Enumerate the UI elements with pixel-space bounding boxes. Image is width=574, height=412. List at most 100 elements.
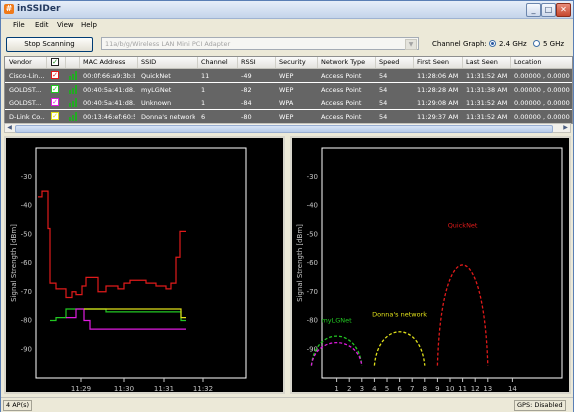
cell-last-seen: 11:31:52 AM xyxy=(466,112,508,121)
y-tick-label: -60 xyxy=(21,259,32,267)
cell-channel: 1 xyxy=(201,85,206,94)
cell-mac: 00:0f:66:a9:3b:b1 xyxy=(83,72,135,80)
row-visibility-checkbox[interactable]: ✓ xyxy=(51,71,59,79)
x-tick-label: 2 xyxy=(347,385,351,392)
minimize-button[interactable]: _ xyxy=(526,3,541,17)
band-24-radio[interactable] xyxy=(489,40,496,47)
row-visibility-checkbox[interactable]: ✓ xyxy=(51,84,59,93)
col-speed[interactable]: Speed xyxy=(379,58,399,66)
band-5-radio[interactable] xyxy=(533,40,540,47)
table-row[interactable]: GOLDST... 00:40:5a:41:d8... myLGNet 1 -82 WEP… xyxy=(5,82,572,96)
close-button[interactable]: ✕ xyxy=(556,3,571,17)
y-tick-label: -60 xyxy=(307,259,318,267)
title-bar: # inSSIDer _ □ ✕ xyxy=(1,1,573,19)
cell-ssid: myLGNet xyxy=(141,85,172,94)
chevron-down-icon[interactable]: ▼ xyxy=(405,39,417,50)
table-row[interactable]: Cisco-Lin... 00:0f:66:a9:3b:b1 QuickNet 11 -… xyxy=(5,69,572,82)
col-last-seen[interactable]: Last Seen xyxy=(466,58,498,66)
channel-graph-label: Channel Graph: xyxy=(432,40,487,48)
cell-vendor: D-Link Co... xyxy=(9,112,45,121)
adapter-select[interactable]: 11a/b/g/Wireless LAN Mini PCI Adapter ▼ xyxy=(101,37,419,50)
maximize-button[interactable]: □ xyxy=(541,3,556,17)
row-visibility-checkbox[interactable]: ✓ xyxy=(51,111,59,120)
col-network-type[interactable]: Network Type xyxy=(321,58,365,66)
cell-vendor: Cisco-Lin... xyxy=(9,72,45,80)
scroll-left-icon[interactable]: ◀ xyxy=(5,124,14,132)
cell-speed: 54 xyxy=(379,99,388,107)
x-tick-label: 11:30 xyxy=(114,385,134,392)
cell-mac: 00:13:46:ef:60:50 xyxy=(83,112,135,121)
cell-rssi: -49 xyxy=(241,72,252,80)
arc-mylgnet xyxy=(310,335,363,366)
cell-first-seen: 11:29:08 AM xyxy=(417,99,459,107)
adapter-select-value: 11a/b/g/Wireless LAN Mini PCI Adapter xyxy=(105,40,231,48)
menu-help[interactable]: Help xyxy=(81,21,97,29)
y-tick-label: -80 xyxy=(307,317,318,325)
menu-file[interactable]: File xyxy=(13,21,25,29)
signal-bars-icon xyxy=(69,71,77,80)
cell-type: Access Point xyxy=(321,99,362,107)
select-all-checkbox[interactable]: ✓ xyxy=(51,58,59,66)
scrollbar-thumb[interactable] xyxy=(15,125,553,133)
cell-rssi: -80 xyxy=(241,112,252,121)
x-tick-label: 11:29 xyxy=(71,385,91,392)
cell-last-seen: 11:31:52 AM xyxy=(466,72,508,80)
menu-bar: File Edit View Help xyxy=(1,19,573,32)
cell-security: WEP xyxy=(279,85,294,94)
table-row[interactable]: D-Link Co... 00:13:46:ef:60:50 Donna's net… xyxy=(5,109,572,123)
arc-quicknet xyxy=(436,264,489,366)
cell-security: WEP xyxy=(279,112,294,121)
cell-channel: 6 xyxy=(201,112,206,121)
cell-location: 0.00000 , 0.00000 xyxy=(514,72,570,80)
x-tick-label: 1 xyxy=(334,385,338,392)
col-ssid[interactable]: SSID xyxy=(141,58,156,66)
x-tick-label: 9 xyxy=(435,385,439,392)
series-quicknet xyxy=(38,190,186,299)
cell-first-seen: 11:29:37 AM xyxy=(417,112,459,121)
col-location[interactable]: Location xyxy=(514,58,542,66)
cell-rssi: -84 xyxy=(241,99,252,107)
col-first-seen[interactable]: First Seen xyxy=(417,58,449,66)
table-horizontal-scrollbar[interactable]: ◀ ▶ xyxy=(4,123,571,133)
menu-view[interactable]: View xyxy=(57,21,74,29)
signal-bars-icon xyxy=(69,111,77,121)
col-rssi[interactable]: RSSI xyxy=(241,58,256,66)
stop-scanning-button[interactable]: Stop Scanning xyxy=(6,37,93,52)
cell-speed: 54 xyxy=(379,72,388,80)
y-tick-label: -30 xyxy=(21,173,32,181)
col-channel[interactable]: Channel xyxy=(201,58,228,66)
arc-donna-s-network xyxy=(373,331,426,366)
time-graph-panel: -30 -40 -50 -60 -70 -80 -90 11:29 11:30 11:31 11:3… xyxy=(4,136,285,394)
gps-status: GPS: Disabled xyxy=(514,400,566,411)
cell-channel: 11 xyxy=(201,72,210,80)
x-tick-label: 5 xyxy=(385,385,389,392)
cell-last-seen: 11:31:38 AM xyxy=(466,85,508,94)
cell-last-seen: 11:31:52 AM xyxy=(466,99,508,107)
cell-first-seen: 11:28:06 AM xyxy=(417,72,459,80)
y-tick-label: -80 xyxy=(21,317,32,325)
menu-edit[interactable]: Edit xyxy=(35,21,49,29)
cell-security: WPA xyxy=(279,99,294,107)
row-visibility-checkbox[interactable]: ✓ xyxy=(51,98,59,106)
band-24-label: 2.4 GHz xyxy=(499,40,527,48)
cell-mac: 00:40:5a:41:d8... xyxy=(83,99,135,107)
time-graph: -30 -40 -50 -60 -70 -80 -90 11:29 11:30 11:31 11:3… xyxy=(10,147,247,393)
col-mac[interactable]: MAC Address xyxy=(83,58,125,66)
x-tick-label: 10 xyxy=(446,385,455,392)
status-bar: 4 AP(s) GPS: Disabled xyxy=(1,397,573,412)
table-row[interactable]: GOLDST... 00:40:5a:41:d8... Unknown 1 -84 WPA… xyxy=(5,96,572,109)
x-tick-label: 14 xyxy=(508,385,517,392)
y-tick-label: -90 xyxy=(21,345,32,353)
app-logo-icon: # xyxy=(4,4,14,14)
x-tick-label: 11:32 xyxy=(193,385,213,392)
cell-ssid: Donna's network xyxy=(141,112,195,121)
x-tick-label: 13 xyxy=(483,385,492,392)
network-label: QuickNet xyxy=(448,221,478,229)
y-tick-label: -50 xyxy=(307,230,318,238)
ap-count: 4 AP(s) xyxy=(3,400,33,411)
col-security[interactable]: Security xyxy=(279,58,306,66)
y-axis-label: Signal Strength [dBm] xyxy=(10,224,18,302)
y-tick-label: -70 xyxy=(21,288,32,296)
col-vendor[interactable]: Vendor xyxy=(9,58,32,66)
scroll-right-icon[interactable]: ▶ xyxy=(561,124,570,132)
